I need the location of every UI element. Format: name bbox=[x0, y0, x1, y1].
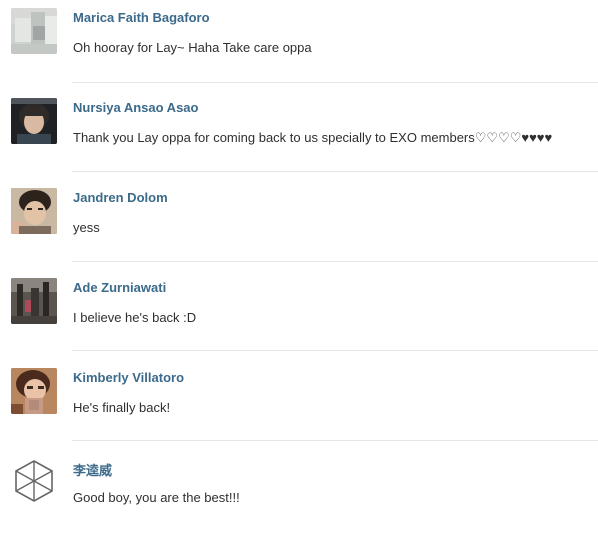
comment-text: He's finally back! bbox=[73, 400, 171, 415]
comment-author[interactable]: Nursiya Ansao Asao bbox=[73, 100, 198, 115]
avatar[interactable] bbox=[11, 8, 57, 54]
avatar-photo-person-blurred-icon bbox=[11, 368, 57, 414]
comment-text: I believe he's back :D bbox=[73, 310, 197, 325]
comment-author[interactable]: Kimberly Villatoro bbox=[73, 370, 184, 385]
avatar-photo-person-icon bbox=[11, 98, 57, 144]
comment-author[interactable]: 李逵威 bbox=[73, 460, 112, 479]
avatar-photo-scene-icon bbox=[11, 278, 57, 324]
avatar-photo-person-icon bbox=[11, 188, 57, 234]
avatar[interactable] bbox=[11, 188, 57, 234]
avatar[interactable] bbox=[11, 98, 57, 144]
avatar[interactable] bbox=[11, 368, 57, 414]
comment-item: Nursiya Ansao Asao Thank you Lay oppa fo… bbox=[0, 86, 598, 176]
divider bbox=[72, 350, 598, 351]
comment-item: Marica Faith Bagaforo Oh hooray for Lay~… bbox=[0, 0, 598, 86]
divider bbox=[72, 171, 598, 172]
avatar[interactable] bbox=[11, 458, 57, 504]
divider bbox=[72, 440, 598, 441]
comment-text: Thank you Lay oppa for coming back to us… bbox=[73, 130, 553, 145]
comment-text: Good boy, you are the best!!! bbox=[73, 490, 240, 505]
comment-text: yess bbox=[73, 220, 100, 235]
exo-logo-hexagon-icon bbox=[11, 458, 57, 504]
divider bbox=[72, 261, 598, 262]
comment-item: 李逵威 Good boy, you are the best!!! bbox=[0, 446, 598, 536]
avatar[interactable] bbox=[11, 278, 57, 324]
avatar-photo-blurred-icon bbox=[11, 8, 57, 54]
comment-item: Ade Zurniawati I believe he's back :D bbox=[0, 266, 598, 356]
comment-list: Marica Faith Bagaforo Oh hooray for Lay~… bbox=[0, 0, 598, 508]
divider bbox=[72, 82, 598, 83]
comment-text: Oh hooray for Lay~ Haha Take care oppa bbox=[73, 40, 312, 55]
comment-author[interactable]: Marica Faith Bagaforo bbox=[73, 10, 210, 25]
comment-item: Jandren Dolom yess bbox=[0, 176, 598, 266]
comment-author[interactable]: Jandren Dolom bbox=[73, 190, 168, 205]
comment-item: Kimberly Villatoro He's finally back! bbox=[0, 356, 598, 446]
comment-author[interactable]: Ade Zurniawati bbox=[73, 280, 166, 295]
